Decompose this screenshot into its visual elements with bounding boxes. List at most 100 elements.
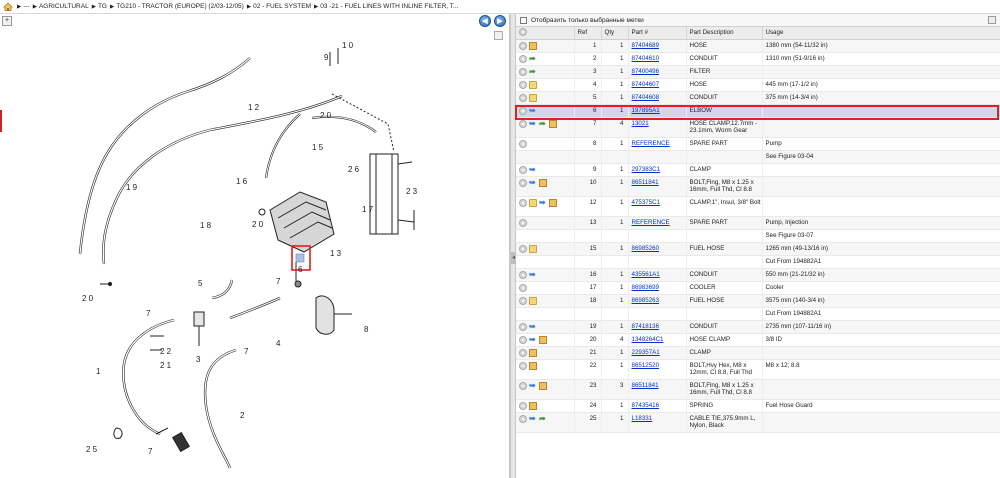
- info-icon[interactable]: [519, 401, 527, 410]
- table-row[interactable]: See Figure 03-04: [516, 150, 1000, 164]
- info-icon[interactable]: [519, 67, 527, 76]
- table-row[interactable]: 4 1 87404607 HOSE 445 mm (17-1/2 in): [516, 78, 1000, 92]
- info-icon[interactable]: [519, 335, 527, 344]
- table-row[interactable]: Cut From 194882A1: [516, 255, 1000, 269]
- table-row[interactable]: ➥ 20 4 1348264C1 HOSE CLAMP 3/8 ID: [516, 333, 1000, 347]
- header-desc[interactable]: Part Description: [686, 27, 763, 40]
- replace-arrow-icon[interactable]: ➦: [539, 119, 547, 128]
- header-ref[interactable]: Ref: [574, 27, 602, 40]
- package-icon[interactable]: [529, 41, 537, 50]
- part-number-link[interactable]: 87404608: [632, 94, 660, 101]
- settings-icon[interactable]: [519, 27, 527, 36]
- info-icon[interactable]: [519, 165, 527, 174]
- diagram-callout[interactable]: 6: [298, 265, 303, 274]
- part-number-link[interactable]: 1348264C1: [632, 336, 664, 343]
- part-number-link[interactable]: 13021: [632, 120, 649, 127]
- part-number-link[interactable]: 86511841: [632, 179, 659, 186]
- note-icon[interactable]: [529, 198, 537, 207]
- part-number-link[interactable]: 435561A1: [632, 271, 660, 278]
- diagram-callout[interactable]: 2 1: [160, 361, 172, 370]
- table-row[interactable]: 24 1 87435416 SPRING Fuel Hose Guard: [516, 399, 1000, 413]
- breadcrumb-item[interactable]: AGRICULTURAL: [39, 3, 89, 10]
- table-row[interactable]: ➦ 2 1 87404610 CONDUIT 1310 mm (51-9/16 in): [516, 52, 1000, 66]
- part-number-link[interactable]: L18331: [632, 415, 653, 422]
- table-row[interactable]: ➥ 12 1 475375C1 CLAMP,1", Insul, 3/8" Bolt: [516, 196, 1000, 217]
- diagram-callout[interactable]: 1 2: [248, 103, 260, 112]
- info-icon[interactable]: [519, 178, 527, 187]
- swap-arrow-icon[interactable]: ➥: [529, 119, 537, 128]
- part-number-link[interactable]: 87404607: [632, 81, 660, 88]
- diagram-callout[interactable]: 2 0: [320, 111, 332, 120]
- table-row[interactable]: 21 1 229357A1 CLAMP: [516, 346, 1000, 360]
- diagram-callout[interactable]: 1 3: [330, 249, 342, 258]
- diagram-callout[interactable]: 1 5: [312, 143, 324, 152]
- table-row[interactable]: 22 1 86512520 BOLT,Hvy Hex, M8 x 12mm, Cl 8…: [516, 359, 1000, 380]
- home-icon[interactable]: [3, 2, 13, 11]
- diagram-callout[interactable]: 7: [148, 447, 153, 456]
- swap-arrow-icon[interactable]: ➥: [529, 335, 537, 344]
- diagram-callout[interactable]: 1 6: [236, 177, 248, 186]
- package-icon[interactable]: [529, 348, 537, 357]
- note-icon[interactable]: [529, 93, 537, 102]
- package-icon[interactable]: [529, 401, 537, 410]
- diagram-callout[interactable]: 2 2: [160, 347, 172, 356]
- diagram-callout[interactable]: 1 7: [362, 205, 374, 214]
- breadcrumb-item[interactable]: TG210 - TRACTOR (EUROPE) (2/03-12/05): [116, 3, 244, 10]
- diagram-pane[interactable]: + ◀ ▶ 1 0 9 1 2 2 0 1 5 2 6 1 6 1 9 1 8 …: [0, 14, 510, 478]
- package-icon[interactable]: [539, 381, 547, 390]
- info-icon[interactable]: [519, 139, 527, 148]
- part-number-link[interactable]: REFERENCE: [632, 140, 670, 147]
- part-number-link[interactable]: 86985260: [632, 245, 660, 252]
- part-number-link[interactable]: 87404610: [632, 55, 660, 62]
- table-row[interactable]: ➥ 23 3 86511841 BOLT,Flng, M8 x 1.25 x 16mm,…: [516, 379, 1000, 400]
- info-icon[interactable]: [519, 93, 527, 102]
- diagram-callout[interactable]: 5: [198, 279, 203, 288]
- info-icon[interactable]: [519, 80, 527, 89]
- table-row[interactable]: 1 1 87404689 HOSE 1380 mm (54-11/32 in): [516, 39, 1000, 53]
- window-toggle-icon[interactable]: [988, 16, 996, 24]
- header-icons[interactable]: [516, 27, 575, 40]
- replace-arrow-icon[interactable]: ➦: [529, 54, 537, 63]
- package-icon[interactable]: [529, 361, 537, 370]
- part-number-link[interactable]: 86512520: [632, 362, 660, 369]
- swap-arrow-icon[interactable]: ➥: [539, 198, 547, 207]
- table-row[interactable]: ➥ ➦ 7 4 13021 HOSE CLAMP,12.7mm - 23.1mm, Wor…: [516, 117, 1000, 138]
- breadcrumb-item[interactable]: ---: [23, 3, 30, 10]
- package-icon[interactable]: [549, 198, 557, 207]
- swap-arrow-icon[interactable]: ➥: [529, 178, 537, 187]
- diagram-callout[interactable]: 1 0: [342, 41, 354, 50]
- table-row[interactable]: 13 1 REFERENCE SPARE PART Pump, Injection: [516, 216, 1000, 230]
- breadcrumb-item[interactable]: TG: [98, 3, 107, 10]
- diagram-callout[interactable]: 9: [324, 53, 329, 62]
- part-number-link[interactable]: 87404689: [632, 42, 660, 49]
- part-number-link[interactable]: 297383C1: [632, 166, 661, 173]
- info-icon[interactable]: [519, 106, 527, 115]
- package-icon[interactable]: [549, 119, 557, 128]
- part-number-link[interactable]: 87418136: [632, 323, 660, 330]
- part-number-link[interactable]: REFERENCE: [632, 219, 670, 226]
- part-number-link[interactable]: 475375C1: [632, 199, 661, 206]
- info-icon[interactable]: [519, 41, 527, 50]
- table-row[interactable]: ➥ 16 1 435561A1 CONDUIT 550 mm (21-21/32 in): [516, 268, 1000, 282]
- diagram-callout[interactable]: 2 0: [252, 220, 264, 229]
- diagram-callout[interactable]: 1 9: [126, 183, 138, 192]
- info-icon[interactable]: [519, 381, 527, 390]
- diagram-callout[interactable]: 2 6: [348, 165, 360, 174]
- part-number-link[interactable]: 87435416: [632, 402, 660, 409]
- header-qty[interactable]: Qty: [601, 27, 629, 40]
- diagram-callout[interactable]: 2: [240, 411, 245, 420]
- table-row[interactable]: ➥ 9 1 297383C1 CLAMP: [516, 163, 1000, 177]
- info-icon[interactable]: [519, 283, 527, 292]
- replace-arrow-icon[interactable]: ➦: [539, 414, 547, 423]
- table-row[interactable]: 17 1 86983699 COOLER Cooler: [516, 281, 1000, 295]
- part-number-link[interactable]: 87400496: [632, 68, 660, 75]
- diagram-callout[interactable]: 1 8: [200, 221, 212, 230]
- swap-arrow-icon[interactable]: ➥: [529, 414, 537, 423]
- parts-diagram[interactable]: 1 0 9 1 2 2 0 1 5 2 6 1 6 1 9 1 8 2 0 1 3 1 7 2 3 6 5 7…: [0, 14, 510, 478]
- table-row[interactable]: 15 1 86985260 FUEL HOSE 1265 mm (49-13/16 in…: [516, 242, 1000, 256]
- diagram-callout[interactable]: 4: [276, 339, 281, 348]
- table-row[interactable]: 18 1 86985263 FUEL HOSE 3575 mm (140-3/4 in): [516, 294, 1000, 308]
- info-icon[interactable]: [519, 361, 527, 370]
- diagram-callout[interactable]: 2 5: [86, 445, 98, 454]
- diagram-callout[interactable]: 2 0: [82, 294, 94, 303]
